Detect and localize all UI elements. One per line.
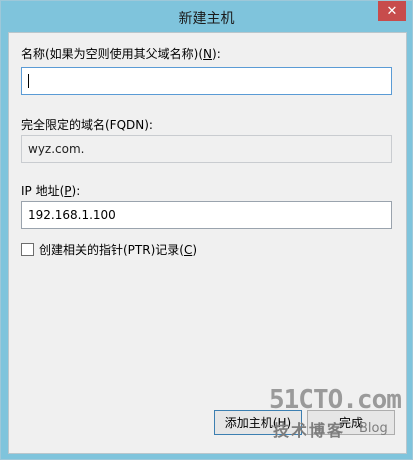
done-button[interactable]: 完成 [307, 410, 395, 435]
dialog-title: 新建主机 [178, 11, 235, 27]
name-label: 名称(如果为空则使用其父域名称)(N): [21, 47, 221, 61]
new-host-dialog: 新建主机 ✕ 名称(如果为空则使用其父域名称)(N): 完全限定的域名(FQDN… [0, 0, 413, 460]
ptr-checkbox-row[interactable]: 创建相关的指针(PTR)记录(C) [21, 241, 197, 258]
ptr-label: 创建相关的指针(PTR)记录(C) [39, 243, 198, 257]
ptr-checkbox[interactable] [21, 243, 34, 256]
dialog-content: 名称(如果为空则使用其父域名称)(N): 完全限定的域名(FQDN): wyz.… [8, 32, 407, 454]
title-bar[interactable]: 新建主机 ✕ [1, 1, 412, 32]
ip-label: IP 地址(P): [21, 184, 81, 198]
fqdn-field: wyz.com. [21, 135, 392, 163]
text-caret [28, 74, 29, 88]
add-host-button[interactable]: 添加主机(H) [214, 410, 302, 435]
close-button[interactable]: ✕ [378, 1, 406, 21]
name-input[interactable] [21, 67, 392, 95]
fqdn-label: 完全限定的域名(FQDN): [21, 118, 153, 132]
ip-address-input[interactable]: 192.168.1.100 [21, 201, 392, 229]
close-icon: ✕ [386, 3, 398, 19]
